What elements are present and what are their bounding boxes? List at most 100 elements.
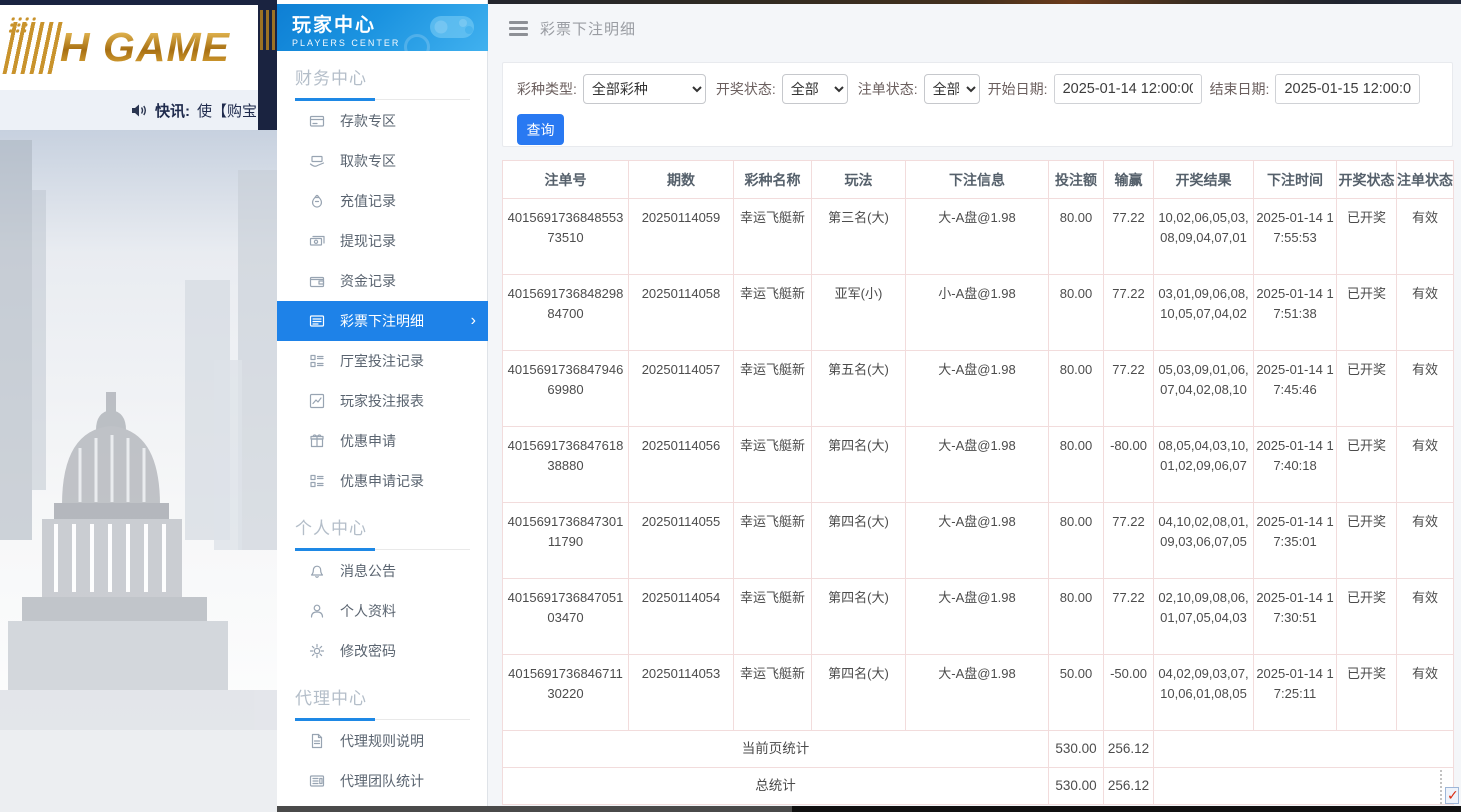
sidebar-item-deposit-zone[interactable]: 存款专区	[295, 101, 470, 141]
table-cell: 已开奖	[1337, 579, 1397, 655]
checklist-icon	[309, 473, 325, 489]
sidebar-item-label: 厅室投注记录	[340, 351, 424, 371]
user-icon	[309, 603, 325, 619]
site-logo[interactable]: H GAME	[0, 22, 230, 74]
column-header: 玩法	[812, 161, 906, 199]
table-cell: 401569173684855373510	[503, 199, 629, 275]
table-cell: 幸运飞艇新	[734, 503, 812, 579]
sidebar-item-withdrawal-records[interactable]: 提现记录	[295, 221, 470, 261]
table-cell: 08,05,04,03,10,01,02,09,06,07	[1154, 427, 1254, 503]
sidebar-header: 玩家中心 PLAYERS CENTER	[277, 4, 488, 51]
city-background-image	[0, 130, 277, 812]
table-cell: 第四名(大)	[812, 655, 906, 731]
wallet-icon	[309, 273, 325, 289]
table-cell: 2025-01-14 17:40:18	[1254, 427, 1337, 503]
table-cell: 77.22	[1104, 579, 1154, 655]
end-date-label: 结束日期:	[1210, 79, 1270, 99]
sidebar-item-profile[interactable]: 个人资料	[295, 591, 470, 631]
start-date-label: 开始日期:	[988, 79, 1048, 99]
draw-status-select[interactable]: 全部	[782, 74, 848, 104]
table-cell: 04,10,02,08,01,09,03,06,07,05	[1154, 503, 1254, 579]
start-date-input[interactable]	[1054, 74, 1202, 104]
table-cell: 有效	[1397, 503, 1454, 579]
summary-empty-cell	[1154, 731, 1454, 768]
summary-row: 总统计530.00256.12	[503, 768, 1454, 805]
sidebar-item-label: 取款专区	[340, 151, 396, 171]
table-cell: 幸运飞艇新	[734, 199, 812, 275]
table-row: 40156917368485537351020250114059幸运飞艇新第三名…	[503, 199, 1454, 275]
page-title: 彩票下注明细	[540, 18, 636, 39]
table-cell: 20250114058	[629, 275, 734, 351]
table-cell: 2025-01-14 17:25:11	[1254, 655, 1337, 731]
table-header-row: 注单号期数彩种名称玩法下注信息投注额输赢开奖结果下注时间开奖状态注单状态	[503, 161, 1454, 199]
sidebar-item-lottery-bet-details[interactable]: 彩票下注明细›	[277, 301, 488, 341]
table-cell: 20250114059	[629, 199, 734, 275]
column-header: 输赢	[1104, 161, 1154, 199]
table-cell: 幸运飞艇新	[734, 351, 812, 427]
table-cell: 401569173684829884700	[503, 275, 629, 351]
section-title: 财务中心	[295, 64, 470, 89]
table-cell: 有效	[1397, 579, 1454, 655]
sidebar-item-promo-apply-records[interactable]: 优惠申请记录	[295, 461, 470, 501]
table-cell: 已开奖	[1337, 275, 1397, 351]
summary-winloss-total: 256.12	[1104, 731, 1154, 768]
table-cell: 80.00	[1049, 579, 1104, 655]
table-cell: 04,02,09,03,07,10,06,01,08,05	[1154, 655, 1254, 731]
table-cell: 401569173684794669980	[503, 351, 629, 427]
underlying-gold-detail	[260, 10, 275, 50]
column-header: 期数	[629, 161, 734, 199]
bell-icon	[309, 563, 325, 579]
underlying-bottom-strip	[277, 806, 1461, 812]
sidebar-item-withdraw-zone[interactable]: 取款专区	[295, 141, 470, 181]
sidebar-item-change-password[interactable]: 修改密码	[295, 631, 470, 671]
table-cell: 2025-01-14 17:45:46	[1254, 351, 1337, 427]
table-cell: 2025-01-14 17:51:38	[1254, 275, 1337, 351]
section-underline	[295, 718, 470, 721]
menu-toggle-icon[interactable]	[509, 21, 528, 36]
table-cell: 2025-01-14 17:55:53	[1254, 199, 1337, 275]
page-topbar: 彩票下注明细	[488, 4, 1461, 52]
summary-label: 总统计	[503, 768, 1049, 805]
column-header: 下注时间	[1254, 161, 1337, 199]
end-date-input[interactable]	[1275, 74, 1420, 104]
table-cell: 已开奖	[1337, 503, 1397, 579]
column-header: 注单状态	[1397, 161, 1454, 199]
ime-divider	[1440, 770, 1442, 804]
sidebar-item-messages[interactable]: 消息公告	[295, 551, 470, 591]
table-cell: 77.22	[1104, 351, 1154, 427]
table-cell: 80.00	[1049, 199, 1104, 275]
gamepad-icon	[426, 10, 478, 44]
table-cell: 小-A盘@1.98	[906, 275, 1049, 351]
players-center-sidebar: 玩家中心 PLAYERS CENTER 财务中心存款专区取款专区充值记录提现记录…	[277, 0, 488, 812]
bet-status-select[interactable]: 全部	[924, 74, 980, 104]
sidebar-item-funds-records[interactable]: 资金记录	[295, 261, 470, 301]
table-cell: 20250114055	[629, 503, 734, 579]
search-button[interactable]: 查询	[517, 114, 564, 145]
sidebar-item-label: 个人资料	[340, 601, 396, 621]
sidebar-item-recharge-records[interactable]: 充值记录	[295, 181, 470, 221]
sidebar-item-label: 代理团队统计	[340, 771, 424, 791]
sidebar-item-agent-team-stats[interactable]: 代理团队统计	[295, 761, 470, 801]
table-cell: 第五名(大)	[812, 351, 906, 427]
gift-icon	[309, 433, 325, 449]
column-header: 开奖结果	[1154, 161, 1254, 199]
sidebar-item-player-bet-report[interactable]: 玩家投注报表	[295, 381, 470, 421]
checklist-icon	[309, 353, 325, 369]
ime-check-icon[interactable]	[1445, 787, 1459, 804]
table-row: 40156917368479466998020250114057幸运飞艇新第五名…	[503, 351, 1454, 427]
lottery-type-select[interactable]: 全部彩种	[583, 74, 706, 104]
table-cell: 大-A盘@1.98	[906, 351, 1049, 427]
section-underline	[295, 98, 470, 101]
table-cell: 有效	[1397, 275, 1454, 351]
sidebar-item-promo-apply[interactable]: 优惠申请	[295, 421, 470, 461]
sidebar-item-agent-rules[interactable]: 代理规则说明	[295, 721, 470, 761]
sidebar-item-label: 消息公告	[340, 561, 396, 581]
table-cell: 401569173684730111790	[503, 503, 629, 579]
table-cell: 02,10,09,08,06,01,07,05,04,03	[1154, 579, 1254, 655]
table-cell: 05,03,09,01,06,07,04,02,08,10	[1154, 351, 1254, 427]
table-cell: 第四名(大)	[812, 579, 906, 655]
sidebar-item-room-bet-records[interactable]: 厅室投注记录	[295, 341, 470, 381]
ime-indicator	[1440, 770, 1459, 804]
bets-table: 注单号期数彩种名称玩法下注信息投注额输赢开奖结果下注时间开奖状态注单状态 401…	[502, 160, 1454, 805]
table-cell: 20250114053	[629, 655, 734, 731]
